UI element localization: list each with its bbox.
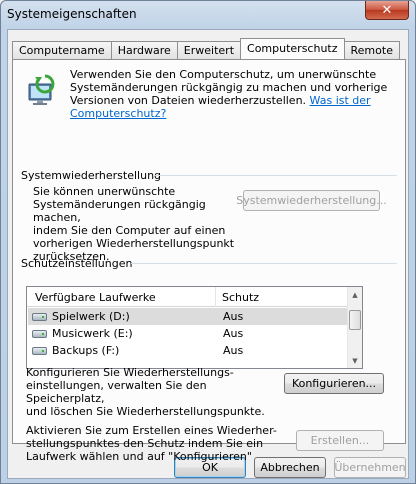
scroll-up-arrow-icon[interactable]: ▲ (348, 287, 362, 302)
system-restore-button[interactable]: Systemwiederherstellung... (236, 190, 387, 211)
configure-button[interactable]: Konfigurieren... (284, 373, 384, 394)
apply-button[interactable]: Übernehmen (334, 457, 406, 478)
drive-protection: Aus (223, 344, 244, 357)
close-button[interactable]: ✕ (365, 1, 409, 20)
drive-list[interactable]: Verfügbare Laufwerke Schutz Spielwerk (D… (26, 286, 363, 369)
restore-desc-line: indem Sie den Computer auf einen (33, 224, 226, 237)
tab-strip: Computername Hardware Erweitert Computer… (12, 38, 400, 60)
create-desc-line: Laufwerk wählen und auf "Konfigurieren" (26, 450, 252, 463)
tab-hardware[interactable]: Hardware (110, 41, 178, 59)
restore-desc-line: Systemänderungen rückgängig machen, (33, 198, 206, 224)
drive-row-f[interactable]: Backups (F:) Aus (28, 342, 348, 359)
computerschutz-panel: Verwenden Sie den Computerschutz, um une… (12, 59, 406, 463)
tab-remote[interactable]: Remote (343, 41, 400, 59)
restore-group-title: Systemwiederherstellung (21, 169, 162, 182)
scroll-thumb[interactable] (349, 310, 361, 330)
column-separator[interactable] (215, 287, 216, 307)
protection-group-divider (131, 263, 397, 264)
configure-description: Konfigurieren Sie Wiederherstellungs- ei… (26, 366, 286, 418)
create-button[interactable]: Erstellen... (296, 430, 384, 451)
drive-icon (32, 347, 47, 355)
intro-text: Verwenden Sie den Computerschutz, um une… (70, 68, 390, 120)
create-desc-line: Aktivieren Sie zum Erstellen eines Wiede… (26, 424, 277, 437)
configure-desc-line: Konfigurieren Sie Wiederherstellungs- (26, 366, 234, 379)
drive-name: Musicwerk (E:) (52, 327, 133, 340)
protection-group-title: Schutzeinstellungen (21, 257, 133, 270)
drive-protection: Aus (223, 310, 244, 323)
dialog-client-area: Computername Hardware Erweitert Computer… (7, 29, 409, 479)
restore-desc-line: Sie können unerwünschte (33, 185, 176, 198)
create-desc-line: stellungspunktes den Schutz indem Sie ei… (26, 437, 264, 450)
restore-desc-line: vorherigen Wiederherstellungspunkt (33, 237, 235, 250)
restore-description: Sie können unerwünschte Systemänderungen… (33, 185, 243, 263)
drive-list-header: Verfügbare Laufwerke Schutz (27, 287, 349, 307)
title-bar[interactable]: Systemeigenschaften ✕ (1, 1, 415, 29)
tab-computername[interactable]: Computername (12, 41, 112, 59)
drive-row-d[interactable]: Spielwerk (D:) Aus (28, 308, 348, 325)
column-header-drives[interactable]: Verfügbare Laufwerke (35, 291, 156, 304)
restore-group-divider (153, 175, 397, 176)
drive-icon (32, 313, 47, 321)
scroll-down-arrow-icon[interactable]: ▼ (348, 353, 362, 368)
configure-desc-line: und löschen Sie Wiederherstellungspunkte… (26, 405, 265, 418)
configure-desc-line: einstellungen, verwalten Sie den Speiche… (26, 379, 207, 405)
close-icon: ✕ (381, 2, 393, 18)
window-title: Systemeigenschaften (7, 7, 137, 21)
tab-erweitert[interactable]: Erweitert (176, 41, 242, 59)
system-protection-icon (28, 74, 55, 105)
tab-computerschutz[interactable]: Computerschutz (240, 38, 345, 59)
column-header-protection[interactable]: Schutz (222, 291, 259, 304)
drive-icon (32, 330, 47, 338)
drive-row-e[interactable]: Musicwerk (E:) Aus (28, 325, 348, 342)
system-properties-window: Systemeigenschaften ✕ Computername Hardw… (0, 0, 416, 484)
drive-protection: Aus (223, 327, 244, 340)
drive-name: Spielwerk (D:) (52, 310, 130, 323)
drive-list-scrollbar[interactable]: ▲ ▼ (347, 287, 362, 368)
drive-name: Backups (F:) (52, 344, 120, 357)
create-description: Aktivieren Sie zum Erstellen eines Wiede… (26, 424, 286, 463)
